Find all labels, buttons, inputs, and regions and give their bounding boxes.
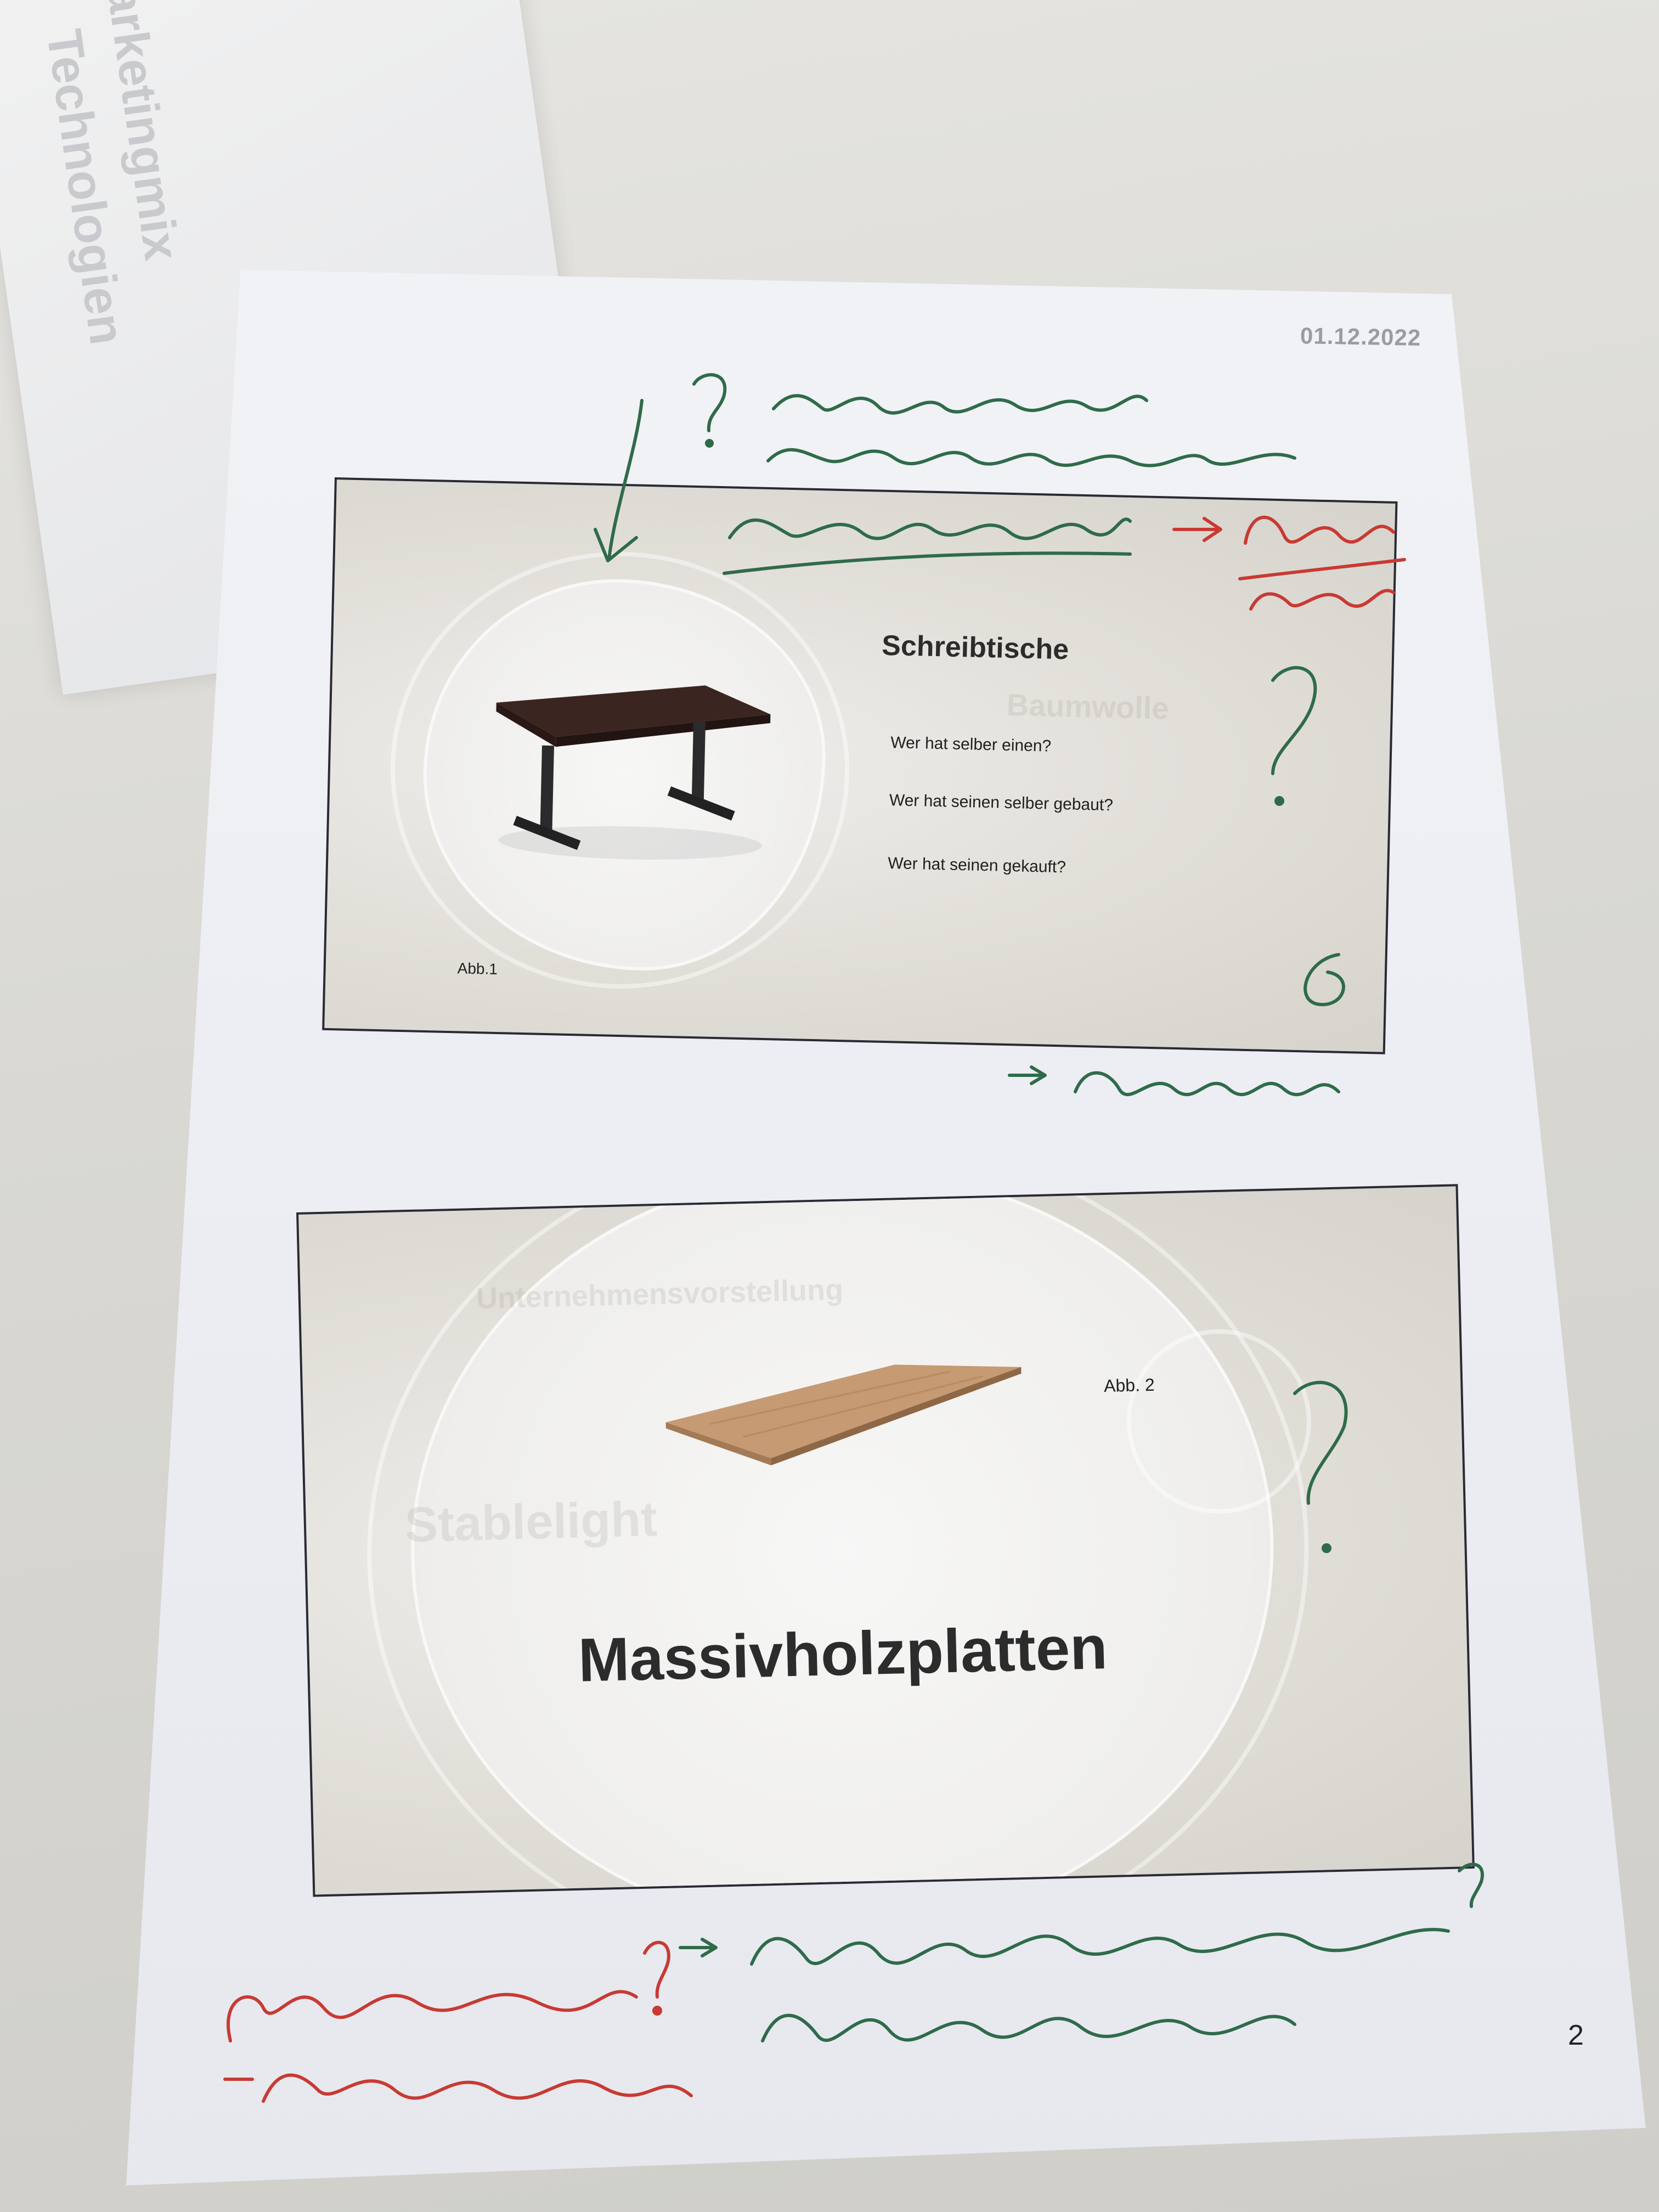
handwritten-annotations [223, 373, 1484, 2103]
page-number: 2 [1568, 2019, 1584, 2051]
